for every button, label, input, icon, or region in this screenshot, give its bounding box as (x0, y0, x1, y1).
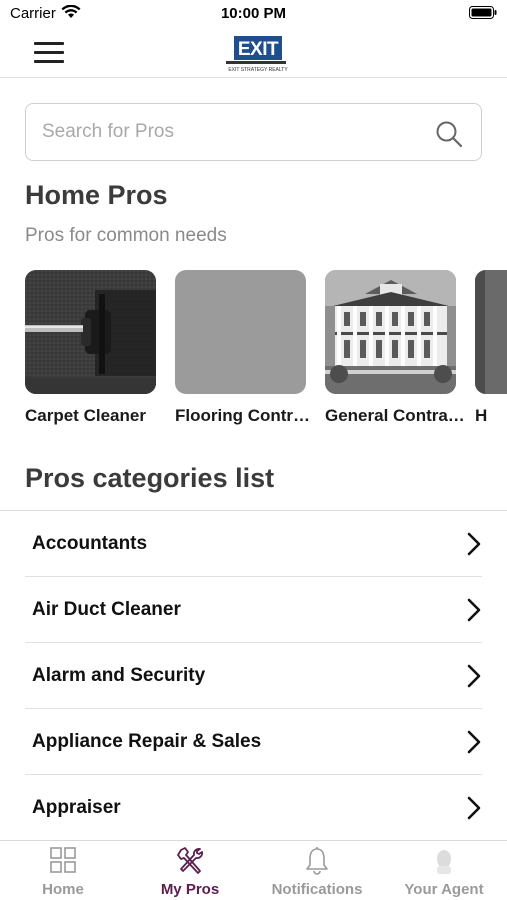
svg-text:EXIT: EXIT (238, 39, 279, 60)
house-image (325, 270, 456, 394)
pro-card-flooring-contractor[interactable]: Flooring Contr… (175, 270, 310, 430)
chevron-right-icon (467, 796, 481, 820)
tab-label: Home (42, 881, 84, 898)
pro-card-label: General Contra… (325, 406, 465, 425)
chevron-right-icon (467, 730, 481, 754)
battery-icon (469, 6, 497, 19)
tab-bar: Home My Pros Notifications Your Agent (0, 840, 507, 900)
pro-card-label: Flooring Contr… (175, 406, 311, 425)
category-row-appraiser[interactable]: Appraiser (25, 775, 482, 841)
app-screen: Carrier 10:00 PM EXIT EXIT STRATEGY REAL… (0, 0, 507, 900)
tab-home[interactable]: Home (0, 841, 126, 900)
pro-card-general-contractor[interactable]: General Contra… (325, 270, 465, 430)
partial-pro-image (475, 270, 507, 394)
agent-avatar-icon (437, 850, 451, 874)
search-box[interactable] (25, 103, 482, 161)
category-row-air-duct-cleaner[interactable]: Air Duct Cleaner (25, 577, 482, 643)
chevron-right-icon (467, 532, 481, 556)
category-row-appliance-repair[interactable]: Appliance Repair & Sales (25, 709, 482, 775)
tab-your-agent[interactable]: Your Agent (381, 841, 507, 900)
home-pros-subtitle: Pros for common needs (25, 225, 227, 246)
carpet-cleaner-image (25, 270, 156, 394)
category-row-accountants[interactable]: Accountants (25, 511, 482, 577)
category-label: Accountants (32, 533, 148, 554)
category-label: Appliance Repair & Sales (32, 731, 262, 752)
tab-label: Notifications (271, 881, 363, 898)
tab-label: Your Agent (404, 881, 484, 898)
pro-card-carpet-cleaner[interactable]: Carpet Cleaner (25, 270, 156, 430)
home-pros-title: Home Pros (25, 180, 168, 210)
tab-my-pros[interactable]: My Pros (127, 841, 253, 900)
svg-text:EXIT STRATEGY REALTY: EXIT STRATEGY REALTY (228, 67, 288, 73)
category-label: Alarm and Security (32, 665, 206, 686)
pro-card-label: H (475, 406, 488, 425)
status-bar: Carrier 10:00 PM (0, 0, 507, 28)
category-row-alarm-and-security[interactable]: Alarm and Security (25, 643, 482, 709)
grid-icon (50, 847, 76, 873)
category-label: Appraiser (32, 797, 121, 818)
nav-bar: EXIT EXIT STRATEGY REALTY (0, 28, 507, 78)
pro-card-partial[interactable]: H (475, 270, 507, 430)
categories-title: Pros categories list (25, 463, 275, 493)
category-label: Air Duct Cleaner (32, 599, 181, 620)
chevron-right-icon (467, 664, 481, 688)
search-icon[interactable] (435, 120, 463, 148)
flooring-placeholder-image (175, 270, 306, 394)
hamburger-menu-button[interactable] (28, 36, 68, 68)
chevron-right-icon (467, 598, 481, 622)
pro-card-label: Carpet Cleaner (25, 406, 146, 425)
tab-notifications[interactable]: Notifications (254, 841, 380, 900)
tools-icon (177, 847, 203, 874)
status-time: 10:00 PM (220, 5, 287, 22)
tab-label: My Pros (160, 881, 220, 898)
bell-icon (306, 847, 328, 875)
search-input[interactable] (42, 112, 422, 152)
exit-realty-logo: EXIT EXIT STRATEGY REALTY (226, 36, 288, 73)
